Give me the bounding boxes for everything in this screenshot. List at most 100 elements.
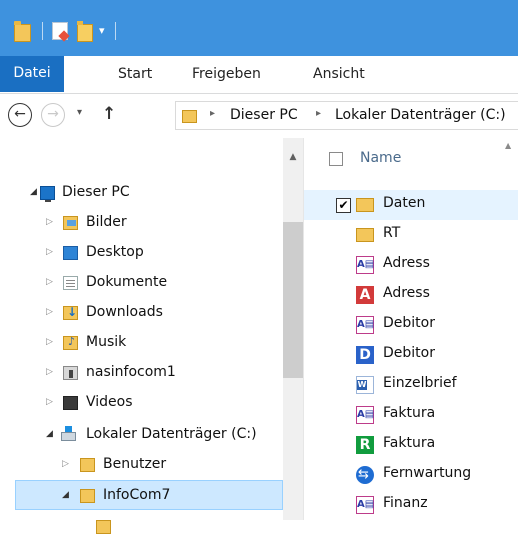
access-database-icon: A▤ [356,496,374,514]
properties-icon[interactable] [52,22,68,40]
tree-item-documents[interactable]: ▷ Dokumente [0,268,283,298]
tree-item-label: InfoCom7 [103,487,171,503]
expanded-chevron-icon[interactable]: ◢ [30,187,37,197]
ribbon-tab-bar: Datei Start Freigeben Ansicht [0,56,518,94]
file-name: Debitor [383,315,435,331]
collapsed-chevron-icon[interactable]: ▷ [46,217,53,227]
pictures-folder-icon [63,216,78,230]
tree-item-videos[interactable]: ▷ Videos [0,388,283,418]
forward-button[interactable]: → [41,103,65,127]
folder-icon [182,110,197,123]
access-database-icon: A▤ [356,256,374,274]
tree-item-pictures[interactable]: ▷ Bilder [0,208,283,238]
breadcrumb-separator-icon[interactable]: ▸ [210,108,215,119]
tab-view[interactable]: Ansicht [313,56,365,93]
collapsed-chevron-icon[interactable]: ▷ [62,459,69,469]
expanded-chevron-icon[interactable]: ◢ [62,490,69,500]
scroll-up-icon[interactable]: ▲ [283,152,303,162]
tree-item-label: Lokaler Datenträger (C:) [86,426,257,442]
sort-ascending-icon: ▲ [505,141,512,150]
folder-icon [356,228,374,242]
local-drive-icon [61,426,76,441]
toolbar-separator [42,22,43,40]
select-all-checkbox[interactable] [329,152,343,166]
file-row-rt[interactable]: RT [304,220,518,250]
new-folder-icon[interactable] [77,21,93,42]
tree-item-label: Bilder [86,214,127,230]
expanded-chevron-icon[interactable]: ◢ [46,429,53,439]
breadcrumb-local-drive[interactable]: Lokaler Datenträger (C:) [335,107,506,123]
folder-icon [356,198,374,212]
file-row-debitor-app[interactable]: D Debitor [304,340,518,370]
collapsed-chevron-icon[interactable]: ▷ [46,337,53,347]
tree-item-desktop[interactable]: ▷ Desktop [0,238,283,268]
tree-item-label: Benutzer [103,456,167,472]
tree-item-infocom7[interactable]: ◢ InfoCom7 [15,480,283,510]
file-name: Debitor [383,345,435,361]
tree-item-label: Videos [86,394,133,410]
tree-item-downloads[interactable]: ▷ Downloads [0,298,283,328]
address-bar[interactable]: ▸ Dieser PC ▸ Lokaler Datenträger (C:) [175,101,518,130]
tab-start[interactable]: Start [118,56,152,93]
collapsed-chevron-icon[interactable]: ▷ [46,307,53,317]
videos-folder-icon [63,396,78,410]
this-pc-icon [40,186,55,202]
file-name: Faktura [383,435,436,451]
tree-item-benutzer[interactable]: ▷ Benutzer [0,450,283,480]
scrollbar-thumb[interactable] [283,222,303,378]
title-bar: ▾ [0,0,518,56]
recent-locations-icon[interactable]: ▾ [77,107,82,118]
network-device-icon [63,366,78,380]
blue-d-app-icon: D [356,346,374,364]
access-database-icon: A▤ [356,316,374,334]
tree-item-label: Musik [86,334,127,350]
file-row-daten[interactable]: ✔ Daten [304,190,518,220]
row-checkbox[interactable]: ✔ [336,198,351,213]
folder-icon [14,21,31,42]
breadcrumb-separator-icon[interactable]: ▸ [316,108,321,119]
music-folder-icon [63,335,78,350]
file-row-fernwartung[interactable]: Fernwartung [304,460,518,490]
downloads-folder-icon [63,305,78,320]
folder-icon [80,458,95,472]
file-name: Einzelbrief [383,375,457,391]
tree-item-this-pc[interactable]: ◢ Dieser PC [0,178,283,208]
collapsed-chevron-icon[interactable]: ▷ [46,367,53,377]
tab-file[interactable]: Datei [0,56,64,92]
file-row-debitor-db[interactable]: A▤ Debitor [304,310,518,340]
file-name: Fernwartung [383,465,472,481]
customize-quick-access-icon[interactable]: ▾ [99,22,105,40]
folder-icon [80,489,95,503]
file-row-faktura-db[interactable]: A▤ Faktura [304,400,518,430]
column-header-name[interactable]: Name [360,150,401,166]
tab-share[interactable]: Freigeben [192,56,261,93]
collapsed-chevron-icon[interactable]: ▷ [46,397,53,407]
tree-item-partial[interactable] [0,512,283,542]
up-button[interactable]: ↑ [102,104,116,124]
folder-icon [96,520,111,534]
file-name: Daten [383,195,426,211]
red-a-app-icon: A [356,286,374,304]
tree-item-music[interactable]: ▷ Musik [0,328,283,358]
desktop-folder-icon [63,246,78,260]
file-row-finanz[interactable]: A▤ Finanz [304,490,518,520]
green-r-app-icon: R [356,436,374,454]
breadcrumb-this-pc[interactable]: Dieser PC [230,107,298,123]
tree-item-label: Dieser PC [62,184,130,200]
nav-pane-scrollbar[interactable]: ▲ [283,138,303,520]
collapsed-chevron-icon[interactable]: ▷ [46,247,53,257]
tree-item-label: Desktop [86,244,144,260]
file-row-adress-app[interactable]: A Adress [304,280,518,310]
tree-item-nasinfocom1[interactable]: ▷ nasinfocom1 [0,358,283,388]
back-button[interactable]: ← [8,103,32,127]
navigation-pane: ◢ Dieser PC ▷ Bilder ▷ Desktop ▷ Dokumen… [0,138,304,534]
tree-item-label: Downloads [86,304,163,320]
file-row-einzelbrief[interactable]: Einzelbrief [304,370,518,400]
collapsed-chevron-icon[interactable]: ▷ [46,277,53,287]
navigation-bar: ← → ▾ ↑ ▸ Dieser PC ▸ Lokaler Datenträge… [0,94,518,138]
tree-item-local-drive[interactable]: ◢ Lokaler Datenträger (C:) [0,420,283,450]
file-name: RT [383,225,401,241]
file-row-faktura-app[interactable]: R Faktura [304,430,518,460]
word-document-icon [356,376,374,394]
file-row-adress-db[interactable]: A▤ Adress [304,250,518,280]
